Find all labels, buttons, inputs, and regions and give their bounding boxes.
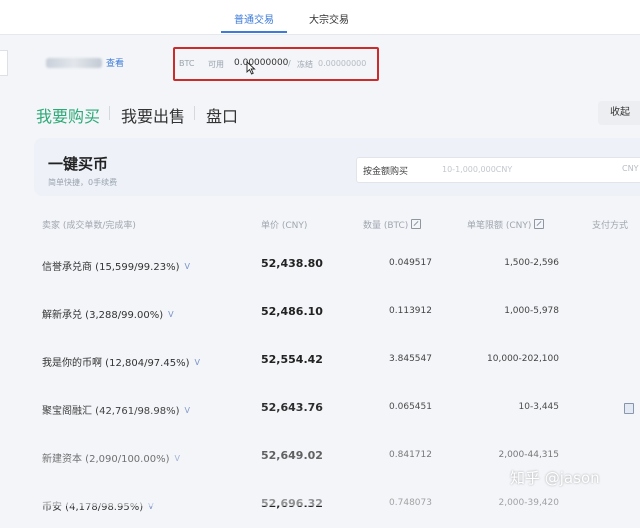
- active-tab-indicator: [221, 31, 287, 33]
- quantity-value: 0.065451: [389, 402, 432, 412]
- amount-input[interactable]: [442, 162, 592, 176]
- verified-badge-icon: V: [184, 262, 190, 271]
- table-row[interactable]: 我是你的币啊 (12,804/97.45%) V 52,554.42 3.8455…: [0, 336, 640, 384]
- quick-buy-subtitle: 简单快捷，0手续费: [48, 178, 118, 187]
- verified-badge-icon: V: [184, 406, 190, 415]
- quantity-value: 0.748073: [389, 498, 432, 508]
- quantity-value: 3.845547: [389, 354, 432, 364]
- price-value: 52,554.42: [261, 353, 323, 366]
- header-seller: 卖家 (成交单数/完成率): [42, 221, 136, 231]
- edit-icon[interactable]: [534, 219, 545, 229]
- tab-normal-trade[interactable]: 普通交易: [234, 11, 274, 26]
- mouse-pointer-icon: [246, 61, 256, 75]
- header-qty: 数量 (BTC): [363, 218, 422, 231]
- table-row[interactable]: 解新承兑 (3,288/99.00%) V 52,486.10 0.113912 …: [0, 288, 640, 336]
- tab-order-book[interactable]: 盘口: [206, 103, 238, 127]
- seller-name[interactable]: 信誉承兑商 (15,599/99.23%) V: [42, 258, 190, 273]
- balance-separator: /: [288, 59, 291, 68]
- collapse-button[interactable]: 收起: [598, 101, 640, 125]
- quick-buy-title: 一键买币: [48, 155, 109, 173]
- limit-value: 10-3,445: [518, 402, 559, 412]
- limit-value: 10,000-202,100: [487, 354, 559, 364]
- price-value: 52,643.76: [261, 401, 323, 414]
- tab-sell[interactable]: 我要出售: [121, 103, 185, 127]
- payment-method-icon: [624, 403, 634, 414]
- available-label: 可用: [208, 60, 224, 69]
- limit-value: 2,000-44,315: [498, 450, 559, 460]
- amount-unit: CNY: [622, 164, 639, 173]
- trade-type-tabs: 普通交易 大宗交易: [0, 0, 640, 35]
- limit-value: 1,000-5,978: [504, 306, 559, 316]
- view-account-link[interactable]: 查看: [106, 56, 124, 69]
- verified-badge-icon: V: [168, 310, 174, 319]
- verified-badge-icon: V: [174, 454, 180, 463]
- available-balance: 0.00000000: [234, 58, 289, 68]
- seller-name[interactable]: 我是你的币啊 (12,804/97.45%) V: [42, 354, 200, 369]
- table-row[interactable]: 信誉承兑商 (15,599/99.23%) V 52,438.80 0.04951…: [0, 240, 640, 288]
- edit-icon[interactable]: [411, 219, 422, 229]
- table-row[interactable]: 聚宝阁融汇 (42,761/98.98%) V 52,643.76 0.06545…: [0, 384, 640, 432]
- limit-value: 2,000-39,420: [498, 498, 559, 508]
- tab-divider: [109, 106, 110, 120]
- verified-badge-icon: V: [148, 502, 154, 511]
- quantity-value: 0.841712: [389, 450, 432, 460]
- quantity-value: 0.113912: [389, 306, 432, 316]
- header-price: 单价 (CNY): [261, 221, 308, 231]
- tab-buy[interactable]: 我要购买: [36, 103, 100, 127]
- blurred-username: [46, 58, 102, 68]
- frozen-label: 冻结: [297, 60, 313, 69]
- limit-value: 1,500-2,596: [504, 258, 559, 268]
- frozen-balance: 0.00000000: [318, 59, 367, 68]
- tab-block-trade[interactable]: 大宗交易: [309, 11, 349, 26]
- seller-name[interactable]: 解新承兑 (3,288/99.00%) V: [42, 306, 174, 321]
- seller-name[interactable]: 聚宝阁融汇 (42,761/98.98%) V: [42, 402, 190, 417]
- quantity-value: 0.049517: [389, 258, 432, 268]
- price-value: 52,696.32: [261, 497, 323, 510]
- header-pay-method: 支付方式: [592, 221, 629, 231]
- amount-label: 按金额购买: [363, 167, 409, 177]
- price-value: 52,649.02: [261, 449, 323, 462]
- price-value: 52,438.80: [261, 257, 323, 270]
- balance-currency: BTC: [179, 59, 195, 68]
- watermark: 知乎 @jason: [510, 469, 600, 487]
- left-panel-edge: [0, 50, 8, 76]
- seller-name[interactable]: 新建资本 (2,090/100.00%) V: [42, 450, 180, 465]
- price-value: 52,486.10: [261, 305, 323, 318]
- verified-badge-icon: V: [194, 358, 200, 367]
- header-limit: 单笔限额 (CNY): [467, 218, 545, 231]
- tab-divider: [194, 106, 195, 120]
